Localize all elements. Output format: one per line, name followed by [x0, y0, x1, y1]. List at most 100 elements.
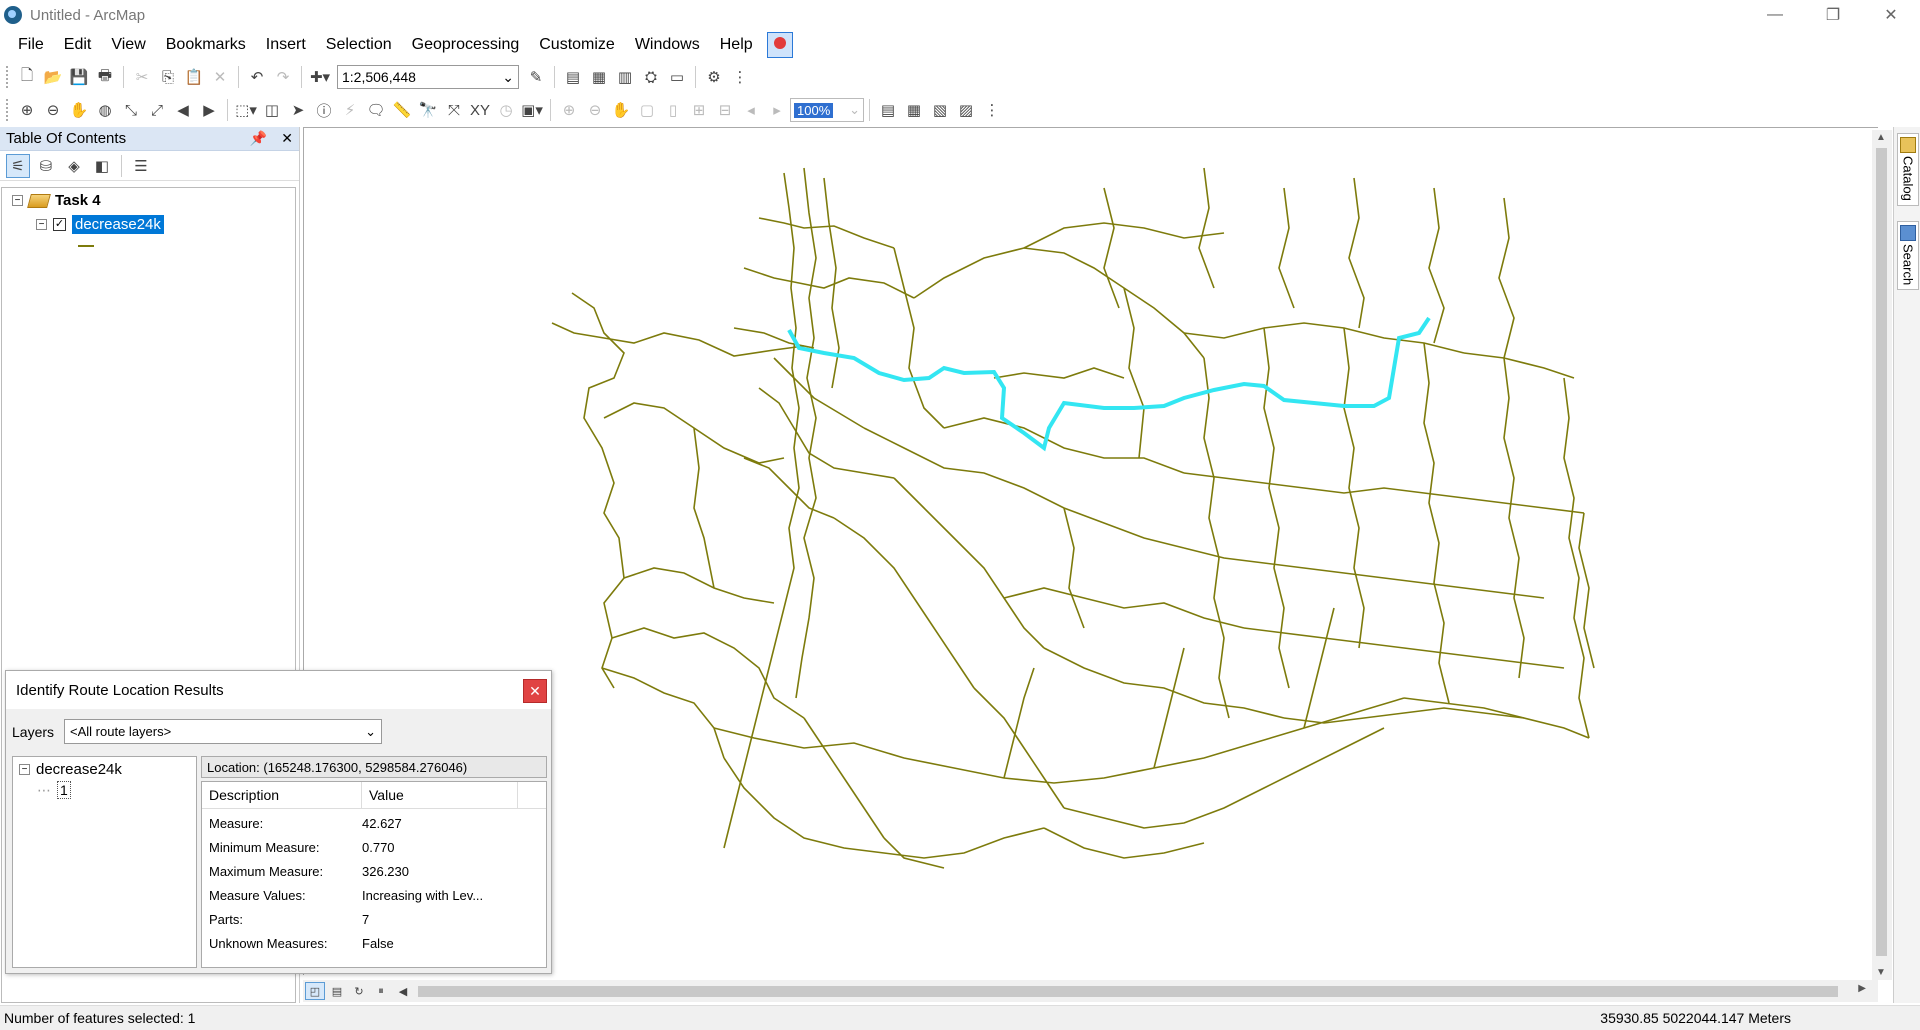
menu-insert[interactable]: Insert	[256, 31, 316, 59]
add-data-icon[interactable]: ✚▾	[309, 66, 331, 88]
undo-icon[interactable]: ↶	[246, 66, 268, 88]
print-icon[interactable]: 🖶	[94, 66, 116, 88]
copy-icon[interactable]: ⎘	[157, 66, 179, 88]
close-icon[interactable]: ✕	[281, 130, 293, 146]
list-by-drawing-order-icon[interactable]: ⚟	[6, 153, 30, 178]
python-window-icon[interactable]: ▭	[666, 66, 688, 88]
layout-view-icon[interactable]: ▤	[327, 982, 347, 1000]
search-window-icon[interactable]: ▥	[614, 66, 636, 88]
create-viewer-window-icon[interactable]: ▣▾	[521, 99, 543, 121]
menu-geoprocessing[interactable]: Geoprocessing	[402, 31, 530, 59]
layers-dropdown[interactable]: <All route layers> ⌄	[64, 719, 383, 744]
tree-item-layer[interactable]: − ✓ decrease24k	[36, 215, 164, 234]
table-row[interactable]: Measure: 42.627	[202, 816, 402, 831]
collapse-icon[interactable]: −	[36, 219, 47, 230]
fixed-zoom-out-icon[interactable]: ⤢	[146, 99, 168, 121]
map-horizontal-scrollbar[interactable]: ▶	[418, 982, 1866, 1000]
time-slider-icon[interactable]: ◷	[495, 99, 517, 121]
measure-ruler-icon[interactable]: 📏	[391, 99, 413, 121]
list-by-visibility-icon[interactable]: ◈	[62, 154, 86, 178]
refresh-view-icon[interactable]: ↻	[349, 982, 369, 1000]
arctoolbox-icon[interactable]: ⛭	[640, 66, 662, 88]
zoom-out-icon[interactable]: ⊖	[42, 99, 64, 121]
menu-help[interactable]: Help	[710, 31, 763, 59]
layer-label[interactable]: decrease24k	[72, 215, 164, 234]
scrollbar-thumb[interactable]	[418, 986, 1838, 997]
cut-icon[interactable]: ✂	[131, 66, 153, 88]
data-view-icon[interactable]: ◰	[305, 982, 325, 1000]
minimize-button[interactable]: —	[1746, 0, 1804, 30]
menu-windows[interactable]: Windows	[625, 31, 710, 59]
layout-zoom-in-icon[interactable]: ⊕	[558, 99, 580, 121]
menu-file[interactable]: File	[8, 31, 54, 59]
identify-route-locations-tool-icon[interactable]	[766, 32, 793, 58]
column-value[interactable]: Value	[362, 782, 518, 808]
menu-edit[interactable]: Edit	[54, 31, 102, 59]
pause-drawing-icon[interactable]: ⏸	[371, 982, 391, 1000]
layer-visibility-checkbox[interactable]: ✓	[53, 218, 66, 231]
map-scale-combobox[interactable]: 1:2,506,448 ⌄	[337, 65, 519, 89]
results-tree-layer[interactable]: − decrease24k	[19, 761, 122, 778]
search-tab[interactable]: Search	[1897, 221, 1919, 291]
zoom-100-percent-icon[interactable]: ▯	[662, 99, 684, 121]
dialog-title-bar[interactable]: Identify Route Location Results	[6, 671, 551, 709]
dialog-close-button[interactable]: ✕	[523, 679, 547, 703]
list-by-selection-icon[interactable]: ◧	[90, 154, 114, 178]
fixed-zoom-out-layout-icon[interactable]: ⊟	[714, 99, 736, 121]
scroll-down-arrow-icon[interactable]: ▼	[1876, 967, 1886, 978]
toc-options-icon[interactable]: ☰	[129, 154, 153, 178]
table-row[interactable]: Unknown Measures: False	[202, 936, 394, 951]
new-document-icon[interactable]: 🗋	[16, 66, 38, 88]
find-binoculars-icon[interactable]: 🔭	[417, 99, 439, 121]
go-back-arrow-icon[interactable]: ◀	[172, 99, 194, 121]
tree-item-data-frame[interactable]: − Task 4	[12, 192, 101, 209]
column-description[interactable]: Description	[202, 782, 362, 808]
layout-pan-icon[interactable]: ✋	[610, 99, 632, 121]
fixed-zoom-in-icon[interactable]: ⤡	[120, 99, 142, 121]
find-route-icon[interactable]: ⤧	[443, 99, 465, 121]
menu-view[interactable]: View	[101, 31, 155, 59]
paste-icon[interactable]: 📋	[183, 66, 205, 88]
html-popup-icon[interactable]: 🗨	[365, 99, 387, 121]
table-row[interactable]: Maximum Measure: 326.230	[202, 864, 409, 879]
scroll-left-arrow-icon[interactable]: ◀	[393, 982, 413, 1000]
full-extent-globe-icon[interactable]: ◍	[94, 99, 116, 121]
menu-bookmarks[interactable]: Bookmarks	[156, 31, 256, 59]
data-driven-pages-icon[interactable]: ▨	[955, 99, 977, 121]
identify-info-icon[interactable]: ⓘ	[313, 99, 335, 121]
table-row[interactable]: Parts: 7	[202, 912, 369, 927]
toolbar-grip[interactable]	[6, 99, 10, 121]
layout-zoom-out-icon[interactable]: ⊖	[584, 99, 606, 121]
restore-button[interactable]: ❐	[1804, 0, 1862, 30]
auto-hide-pin-icon[interactable]: 📌	[250, 130, 267, 146]
table-row[interactable]: Measure Values: Increasing with Lev...	[202, 888, 483, 903]
list-by-source-icon[interactable]: ⛁	[34, 154, 58, 178]
menu-customize[interactable]: Customize	[529, 31, 625, 59]
go-to-xy-icon[interactable]: XY	[469, 99, 491, 121]
menu-selection[interactable]: Selection	[316, 31, 402, 59]
hyperlink-icon[interactable]: ⚡	[339, 99, 361, 121]
toggle-draft-mode-icon[interactable]: ▤	[877, 99, 899, 121]
delete-icon[interactable]: ✕	[209, 66, 231, 88]
scrollbar-thumb[interactable]	[1876, 148, 1887, 956]
close-window-button[interactable]: ✕	[1862, 0, 1920, 30]
catalog-tab[interactable]: Catalog	[1897, 133, 1919, 206]
scroll-right-arrow-icon[interactable]: ▶	[1858, 983, 1866, 994]
map-vertical-scrollbar[interactable]: ▲ ▼	[1872, 130, 1892, 980]
collapse-icon[interactable]: −	[12, 195, 23, 206]
model-builder-icon[interactable]: ⚙	[703, 66, 725, 88]
results-tree-feature[interactable]: ⋯ 1	[37, 781, 71, 799]
open-folder-icon[interactable]: 📂	[42, 66, 64, 88]
layout-zoom-combobox[interactable]: 100% ⌄	[790, 98, 864, 122]
table-of-contents-window-icon[interactable]: ▤	[562, 66, 584, 88]
go-forward-extent-icon[interactable]: ▸	[766, 99, 788, 121]
toolbar-grip[interactable]	[6, 66, 10, 88]
toolbar-options-icon[interactable]: ⋮	[981, 99, 1003, 121]
clear-selection-icon[interactable]: ◫	[261, 99, 283, 121]
save-icon[interactable]: 💾	[68, 66, 90, 88]
go-back-extent-icon[interactable]: ◂	[740, 99, 762, 121]
toolbar-options-icon[interactable]: ⋮	[729, 66, 751, 88]
select-features-icon[interactable]: ⬚▾	[235, 99, 257, 121]
change-layout-icon[interactable]: ▧	[929, 99, 951, 121]
select-elements-arrow-icon[interactable]: ➤	[287, 99, 309, 121]
